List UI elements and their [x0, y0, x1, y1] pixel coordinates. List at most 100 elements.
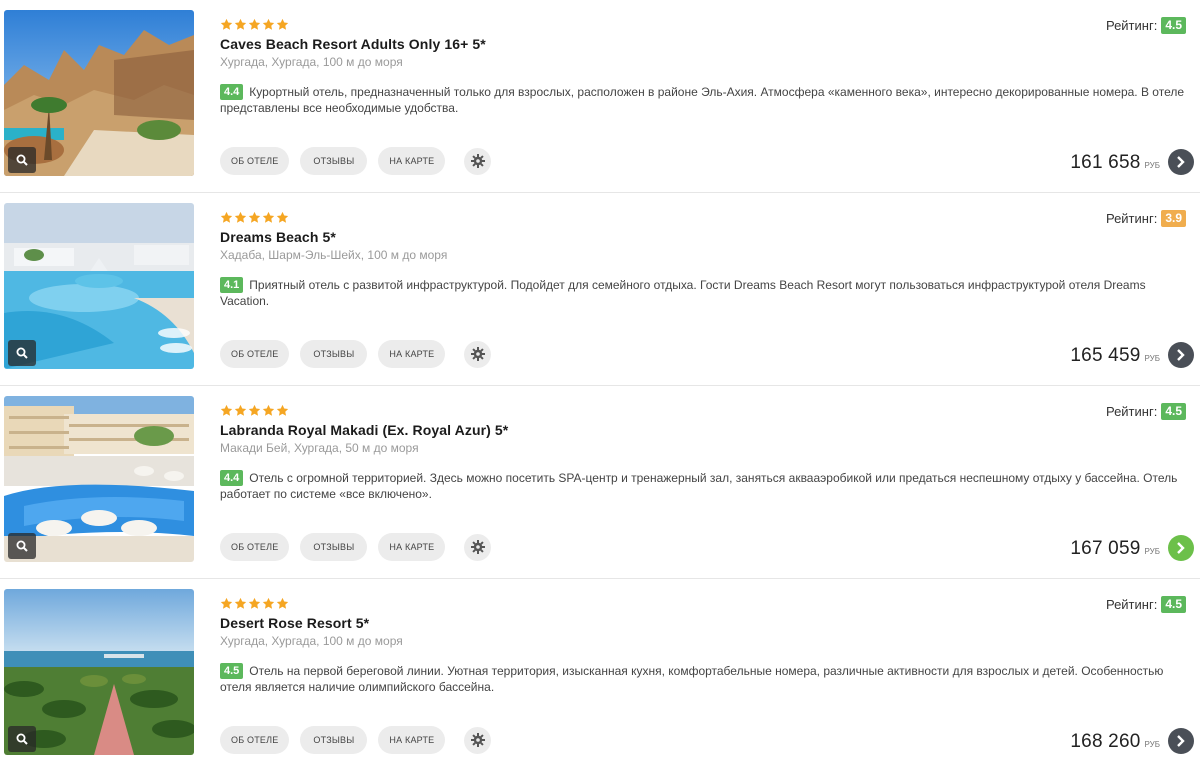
chevron-right-icon: [1177, 542, 1185, 554]
rating-label: Рейтинг:: [1105, 597, 1158, 612]
zoom-button[interactable]: [8, 726, 36, 752]
hotel-name[interactable]: Desert Rose Resort 5*: [220, 615, 369, 631]
rating-label: Рейтинг:: [1105, 211, 1158, 226]
star-icon: [234, 211, 247, 223]
hotel-card: Desert Rose Resort 5* Хургада, Хургада, …: [0, 579, 1200, 760]
hotel-rating: Рейтинг: 3.9: [1106, 210, 1186, 227]
hotel-price: 161 658 РУБ: [1070, 152, 1160, 174]
score-badge: 4.4: [220, 470, 244, 486]
zoom-button[interactable]: [8, 533, 36, 559]
chevron-right-icon: [1177, 156, 1185, 168]
zoom-button[interactable]: [8, 340, 36, 366]
description-text: Отель с огромной территорией. Здесь можн…: [220, 471, 1178, 501]
star-icon: [220, 404, 233, 416]
about-hotel-button[interactable]: ОБ ОТЕЛЕ: [220, 147, 290, 175]
on-map-button[interactable]: НА КАРТЕ: [378, 340, 446, 368]
star-icon: [220, 597, 233, 609]
chevron-right-icon: [1177, 735, 1185, 747]
description-text: Приятный отель с развитой инфраструктуро…: [220, 278, 1146, 308]
hotel-info: Desert Rose Resort 5* Хургада, Хургада, …: [220, 579, 1200, 760]
hotel-stars: [220, 18, 289, 32]
hotel-rating: Рейтинг: 4.5: [1106, 17, 1186, 34]
hotel-location: Хадаба, Шарм-Эль-Шейх, 100 м до моря: [220, 248, 448, 262]
hotel-name[interactable]: Dreams Beach 5*: [220, 229, 336, 245]
star-icon: [248, 404, 261, 416]
on-map-button[interactable]: НА КАРТЕ: [378, 533, 446, 561]
star-icon: [276, 404, 289, 416]
hotel-price: 167 059 РУБ: [1070, 538, 1160, 560]
score-badge: 4.4: [220, 84, 244, 100]
settings-button[interactable]: [464, 147, 492, 175]
star-icon: [248, 597, 261, 609]
hotel-location: Хургада, Хургада, 100 м до моря: [220, 634, 403, 648]
go-button[interactable]: [1168, 342, 1194, 368]
hotel-info: Labranda Royal Makadi (Ex. Royal Azur) 5…: [220, 386, 1200, 578]
hotel-photo[interactable]: [4, 396, 194, 562]
hotel-price: 168 260 РУБ: [1070, 731, 1160, 753]
reviews-button[interactable]: ОТЗЫВЫ: [300, 147, 368, 175]
price-currency: РУБ: [1144, 547, 1161, 556]
star-icon: [276, 597, 289, 609]
rating-value: 4.5: [1161, 596, 1186, 613]
on-map-button[interactable]: НА КАРТЕ: [378, 147, 446, 175]
hotel-name[interactable]: Labranda Royal Makadi (Ex. Royal Azur) 5…: [220, 422, 508, 438]
about-hotel-button[interactable]: ОБ ОТЕЛЕ: [220, 533, 290, 561]
hotel-description: 4.1 Приятный отель с развитой инфраструкт…: [220, 277, 1192, 309]
hotel-list: Caves Beach Resort Adults Only 16+ 5* Ху…: [0, 0, 1200, 760]
hotel-card: Labranda Royal Makadi (Ex. Royal Azur) 5…: [0, 386, 1200, 579]
gear-icon: [470, 154, 485, 168]
zoom-button[interactable]: [8, 147, 36, 173]
gear-icon: [470, 347, 485, 361]
settings-button[interactable]: [464, 340, 492, 368]
star-icon: [248, 211, 261, 223]
search-icon: [16, 347, 28, 359]
price-value: 161 658: [1070, 152, 1141, 173]
hotel-rating: Рейтинг: 4.5: [1106, 403, 1186, 420]
go-button[interactable]: [1168, 535, 1194, 561]
hotel-photo[interactable]: [4, 203, 194, 369]
chevron-right-icon: [1177, 349, 1185, 361]
reviews-button[interactable]: ОТЗЫВЫ: [300, 340, 368, 368]
rating-label: Рейтинг:: [1105, 404, 1158, 419]
star-icon: [262, 404, 275, 416]
settings-button[interactable]: [464, 726, 492, 754]
go-button[interactable]: [1168, 728, 1194, 754]
hotel-actions: ОБ ОТЕЛЕ ОТЗЫВЫ НА КАРТЕ: [220, 147, 492, 175]
price-value: 165 459: [1070, 345, 1141, 366]
search-icon: [16, 733, 28, 745]
description-text: Отель на первой береговой линии. Уютная …: [220, 664, 1164, 694]
rating-label: Рейтинг:: [1105, 18, 1158, 33]
reviews-button[interactable]: ОТЗЫВЫ: [300, 533, 368, 561]
hotel-photo[interactable]: [4, 10, 194, 176]
gear-icon: [470, 733, 485, 747]
hotel-description: 4.4 Курортный отель, предназначенный толь…: [220, 84, 1192, 116]
rating-value: 4.5: [1161, 403, 1186, 420]
score-badge: 4.5: [220, 663, 244, 679]
price-currency: РУБ: [1144, 161, 1161, 170]
hotel-photo[interactable]: [4, 589, 194, 755]
star-icon: [234, 18, 247, 30]
about-hotel-button[interactable]: ОБ ОТЕЛЕ: [220, 340, 290, 368]
hotel-rating: Рейтинг: 4.5: [1106, 596, 1186, 613]
star-icon: [276, 211, 289, 223]
hotel-price: 165 459 РУБ: [1070, 345, 1160, 367]
hotel-location: Хургада, Хургада, 100 м до моря: [220, 55, 403, 69]
reviews-button[interactable]: ОТЗЫВЫ: [300, 726, 368, 754]
gear-icon: [470, 540, 485, 554]
settings-button[interactable]: [464, 533, 492, 561]
hotel-actions: ОБ ОТЕЛЕ ОТЗЫВЫ НА КАРТЕ: [220, 533, 492, 561]
hotel-name[interactable]: Caves Beach Resort Adults Only 16+ 5*: [220, 36, 486, 52]
price-currency: РУБ: [1144, 354, 1161, 363]
star-icon: [262, 211, 275, 223]
hotel-actions: ОБ ОТЕЛЕ ОТЗЫВЫ НА КАРТЕ: [220, 340, 492, 368]
on-map-button[interactable]: НА КАРТЕ: [378, 726, 446, 754]
go-button[interactable]: [1168, 149, 1194, 175]
star-icon: [276, 18, 289, 30]
about-hotel-button[interactable]: ОБ ОТЕЛЕ: [220, 726, 290, 754]
hotel-description: 4.4 Отель с огромной территорией. Здесь м…: [220, 470, 1192, 502]
star-icon: [220, 211, 233, 223]
hotel-stars: [220, 597, 289, 611]
rating-value: 4.5: [1161, 17, 1186, 34]
hotel-info: Caves Beach Resort Adults Only 16+ 5* Ху…: [220, 0, 1200, 192]
hotel-location: Макади Бей, Хургада, 50 м до моря: [220, 441, 419, 455]
